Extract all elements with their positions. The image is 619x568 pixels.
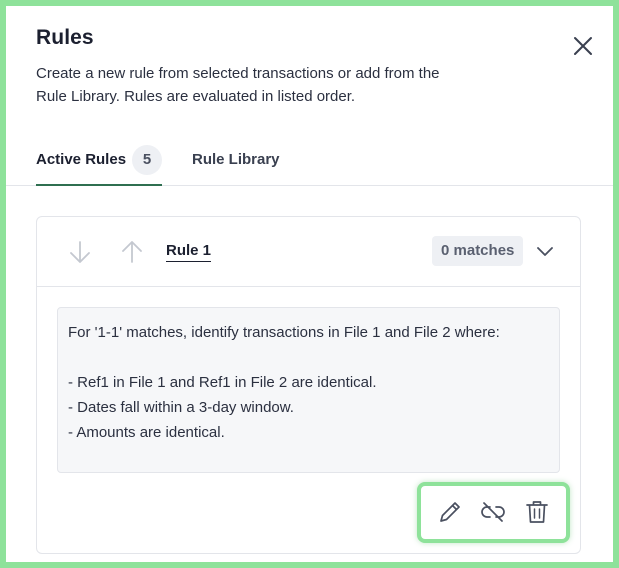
rule-actions-toolbar bbox=[417, 482, 570, 543]
active-rules-count-badge: 5 bbox=[132, 145, 162, 175]
rule-card-header: Rule 1 0 matches bbox=[37, 217, 580, 287]
matches-badge: 0 matches bbox=[432, 236, 524, 266]
tab-active-rules-label: Active Rules bbox=[36, 151, 127, 168]
chevron-down-icon[interactable] bbox=[535, 241, 555, 261]
dialog-title: Rules bbox=[36, 26, 94, 49]
rule-description-box: For '1-1' matches, identify transactions… bbox=[57, 307, 560, 473]
arrow-down-icon[interactable] bbox=[67, 239, 93, 265]
tab-bar: Active Rules 5 Rule Library bbox=[6, 144, 613, 186]
rule-condition: - Ref1 in File 1 and Ref1 in File 2 are … bbox=[68, 374, 377, 391]
rule-card: Rule 1 0 matches For '1-1' matches, iden… bbox=[36, 216, 581, 554]
pencil-icon[interactable] bbox=[437, 499, 463, 525]
close-icon[interactable] bbox=[572, 35, 594, 57]
unlink-icon[interactable] bbox=[480, 499, 506, 525]
rule-intro-text: For '1-1' matches, identify transactions… bbox=[68, 324, 500, 341]
dialog-description: Create a new rule from selected transact… bbox=[36, 65, 440, 105]
tab-active-rules[interactable]: Active Rules 5 bbox=[36, 144, 162, 186]
rule-condition: - Dates fall within a 3-day window. bbox=[68, 399, 294, 416]
rule-name-link[interactable]: Rule 1 bbox=[166, 242, 212, 262]
rules-dialog: Rules Create a new rule from selected tr… bbox=[6, 6, 613, 562]
tab-rule-library[interactable]: Rule Library bbox=[192, 151, 280, 168]
trash-icon[interactable] bbox=[524, 499, 550, 525]
arrow-up-icon[interactable] bbox=[119, 239, 145, 265]
rule-condition: - Amounts are identical. bbox=[68, 424, 225, 441]
